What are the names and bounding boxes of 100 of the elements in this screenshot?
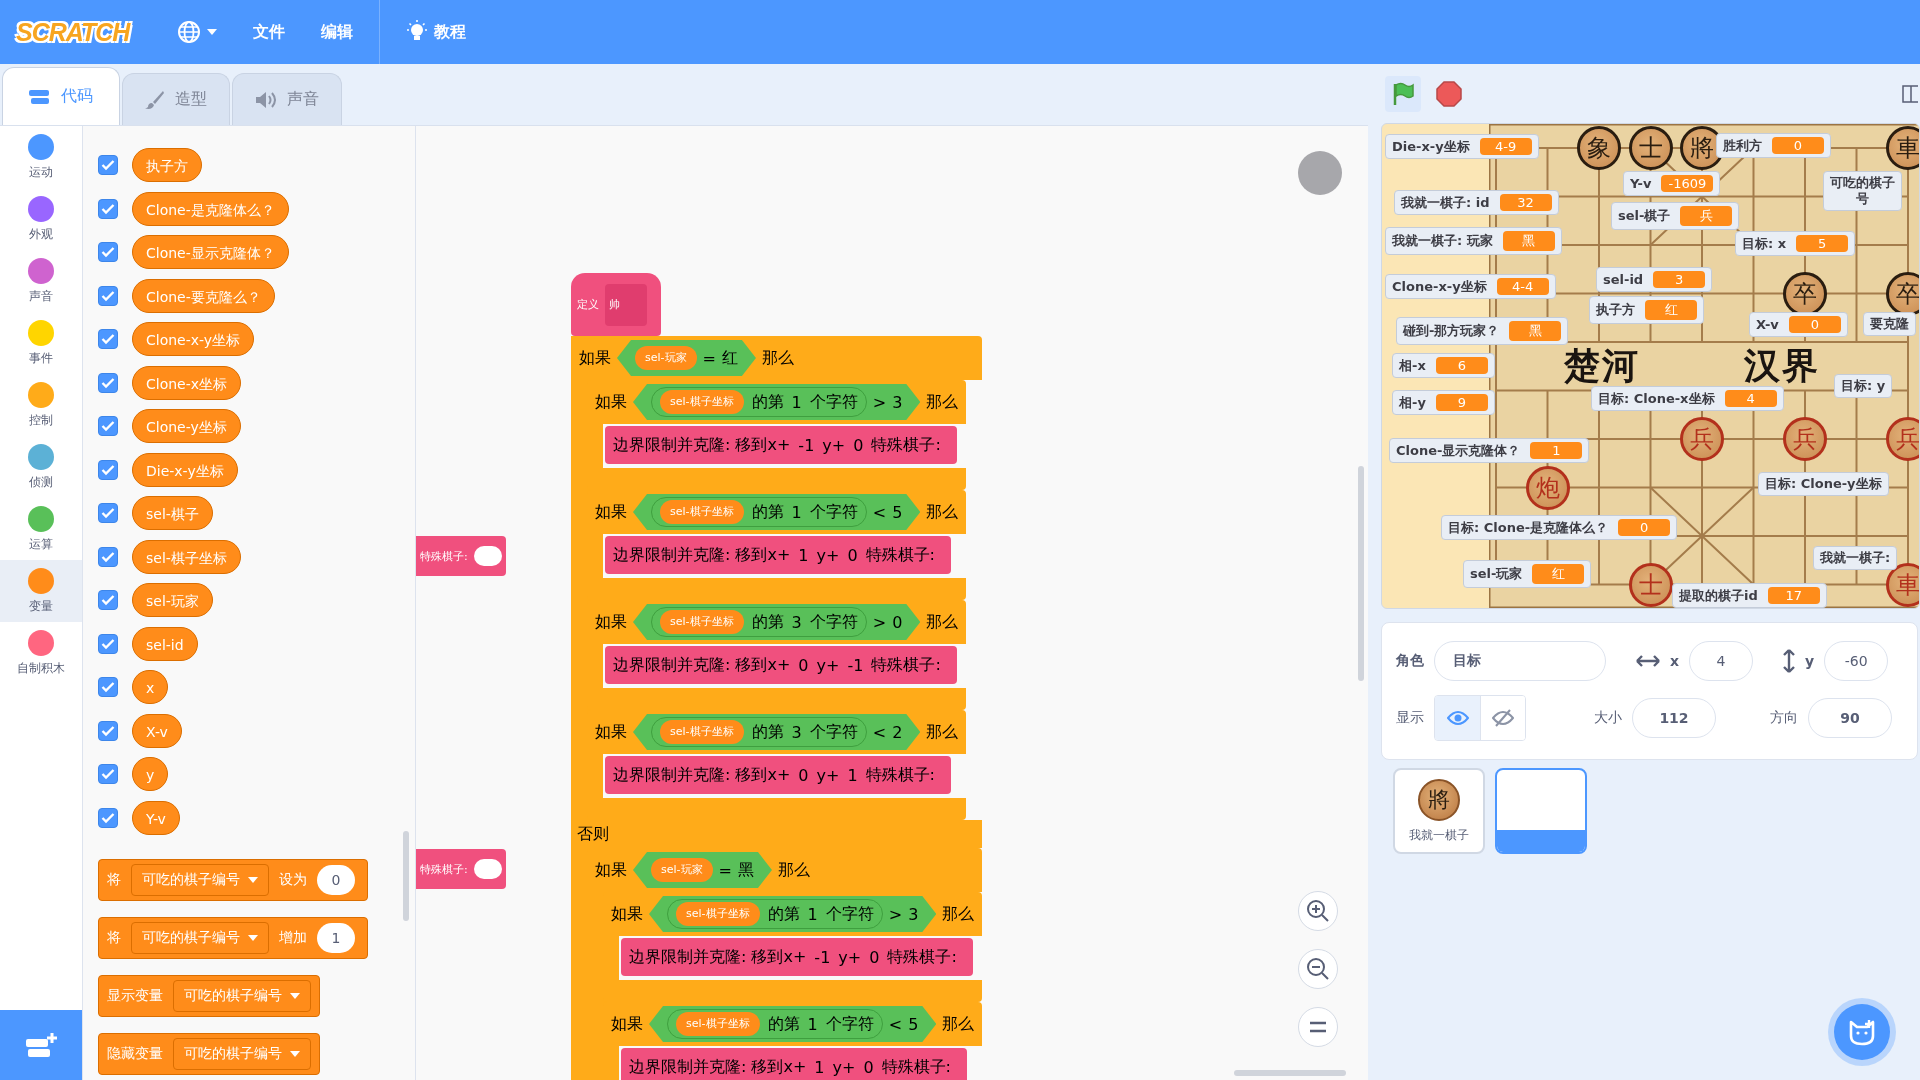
number-input[interactable]: 1 xyxy=(791,392,802,412)
number-input[interactable]: 0 xyxy=(892,612,903,632)
if-block[interactable]: 如果 sel-棋子坐标 的第 1 个字符 < 5 那么 边界限制并克隆: 移到x+ 1 y+ 0 特殊棋子: xyxy=(603,1002,983,1080)
category-button[interactable]: 外观 xyxy=(0,188,82,250)
category-button[interactable]: 事件 xyxy=(0,312,82,374)
start-flag-button[interactable] xyxy=(1385,75,1421,112)
number-input[interactable]: 0 xyxy=(853,435,864,455)
number-input[interactable]: 3 xyxy=(892,392,903,412)
dragged-block[interactable]: 特殊棋子: xyxy=(416,536,506,576)
add-sprite-button[interactable] xyxy=(1834,1004,1890,1060)
scrollbar[interactable] xyxy=(1358,466,1364,681)
compare-condition[interactable]: sel-棋子坐标 的第 1 个字符 > 3 xyxy=(649,896,937,932)
if-else-block[interactable] xyxy=(571,336,983,1080)
custom-block-prototype[interactable]: 帅 xyxy=(605,283,647,326)
variable-block[interactable]: 将 可吃的棋子编号 设为 0 xyxy=(98,858,368,901)
sprite-card[interactable]: 將 我就一棋子 xyxy=(1393,768,1485,854)
custom-block[interactable]: 边界限制并克隆: 移到x+ 0 y+ -1 特殊棋子: xyxy=(605,646,957,684)
if-block[interactable]: 如果 sel-玩家 = 黑 那么 如果 sel-棋子坐标 的第 1 个字符 > 3 那么 边界限制并克隆: 移到x+ -1 y+ 0 特殊棋子: 如果 sel-棋子坐标 的第 1 个字符 < 5 那么 边界限制并克隆: 移到x+ 1 y+ 0 特殊棋子: xyxy=(587,848,983,1080)
number-input[interactable]: 1 xyxy=(847,765,858,785)
number-input[interactable]: -1 xyxy=(814,947,831,967)
number-input[interactable]: -1 xyxy=(798,435,815,455)
number-input[interactable]: 1 xyxy=(814,1057,825,1077)
text-input[interactable]: 红 xyxy=(721,347,738,369)
hide-button[interactable] xyxy=(1480,696,1525,740)
number-input[interactable]: 1 xyxy=(791,502,802,522)
checkbox[interactable] xyxy=(98,807,118,828)
category-button[interactable]: 运算 xyxy=(0,498,82,560)
number-input[interactable]: 0 xyxy=(847,545,858,565)
number-input[interactable]: 5 xyxy=(908,1014,919,1034)
number-input[interactable]: 0 xyxy=(869,947,880,967)
number-input[interactable]: 2 xyxy=(892,722,903,742)
custom-block[interactable]: 边界限制并克隆: 移到x+ -1 y+ 0 特殊棋子: xyxy=(605,426,957,464)
custom-block[interactable]: 边界限制并克隆: 移到x+ 1 y+ 0 特殊棋子: xyxy=(621,1048,967,1080)
scrollbar[interactable] xyxy=(403,831,409,921)
checkbox[interactable] xyxy=(98,198,118,219)
checkbox[interactable] xyxy=(98,764,118,784)
compare-condition[interactable]: sel-棋子坐标 的第 3 个字符 > 0 xyxy=(633,604,921,640)
compare-condition[interactable]: sel-棋子坐标 的第 3 个字符 < 2 xyxy=(633,714,921,750)
number-input[interactable]: 0 xyxy=(317,864,355,895)
letter-of-reporter[interactable]: sel-棋子坐标 的第 3 个字符 xyxy=(651,717,867,747)
dragged-block[interactable]: 特殊棋子: xyxy=(416,849,506,889)
checkbox[interactable] xyxy=(98,329,118,349)
number-input[interactable]: 5 xyxy=(892,502,903,522)
number-input[interactable]: 3 xyxy=(908,904,919,924)
checkbox[interactable] xyxy=(98,590,118,610)
number-input[interactable]: 0 xyxy=(863,1057,874,1077)
checkbox[interactable] xyxy=(98,546,118,567)
checkbox[interactable] xyxy=(98,633,118,654)
compare-condition[interactable]: sel-棋子坐标 的第 1 个字符 < 5 xyxy=(633,494,921,530)
letter-of-reporter[interactable]: sel-棋子坐标 的第 3 个字符 xyxy=(651,607,867,637)
show-button[interactable] xyxy=(1435,696,1480,740)
scrollbar[interactable] xyxy=(1234,1070,1346,1076)
variable-block[interactable]: 将 可吃的棋子编号 增加 1 xyxy=(98,916,368,959)
text-input[interactable] xyxy=(473,859,502,879)
number-input[interactable]: 3 xyxy=(791,612,802,632)
custom-block[interactable]: 边界限制并克隆: 移到x+ 0 y+ 1 特殊棋子: xyxy=(605,756,951,794)
number-input[interactable]: -1 xyxy=(847,655,864,675)
if-block[interactable]: 如果 sel-棋子坐标 的第 1 个字符 > 3 那么 边界限制并克隆: 移到x+ -1 y+ 0 特殊棋子: xyxy=(603,892,983,1002)
sprite-card[interactable] xyxy=(1495,768,1587,854)
number-input[interactable]: 1 xyxy=(317,922,355,953)
add-extension-button[interactable] xyxy=(0,1010,82,1080)
if-block[interactable]: 如果 sel-棋子坐标 的第 1 个字符 > 3 那么 边界限制并克隆: 移到x+ -1 y+ 0 特殊棋子: xyxy=(587,380,967,490)
compare-condition[interactable]: sel-棋子坐标 的第 1 个字符 > 3 xyxy=(633,384,921,420)
zoom-out-button[interactable] xyxy=(1298,949,1338,989)
category-button[interactable]: 声音 xyxy=(0,250,82,312)
equals-condition[interactable]: sel-玩家 = 红 xyxy=(617,340,756,376)
checkbox[interactable] xyxy=(98,720,118,741)
category-button[interactable]: 自制积木 xyxy=(0,622,82,684)
checkbox[interactable] xyxy=(98,459,118,480)
number-input[interactable]: 1 xyxy=(807,904,818,924)
number-input[interactable]: 0 xyxy=(798,655,809,675)
letter-of-reporter[interactable]: sel-棋子坐标 的第 1 个字符 xyxy=(651,387,867,417)
if-block[interactable]: 如果 sel-棋子坐标 的第 3 个字符 < 2 那么 边界限制并克隆: 移到x+ 0 y+ 1 特殊棋子: xyxy=(587,710,967,820)
category-button[interactable]: 控制 xyxy=(0,374,82,436)
reset-zoom-button[interactable] xyxy=(1298,1007,1338,1047)
define-hat-block[interactable]: 定义 帅 xyxy=(571,273,661,336)
category-button[interactable]: 变量 xyxy=(0,560,82,622)
equals-condition[interactable]: sel-玩家 = 黑 xyxy=(633,852,772,888)
letter-of-reporter[interactable]: sel-棋子坐标 的第 1 个字符 xyxy=(651,497,867,527)
category-button[interactable]: 运动 xyxy=(0,126,82,188)
zoom-in-button[interactable] xyxy=(1298,891,1338,931)
checkbox[interactable] xyxy=(98,677,118,697)
compare-condition[interactable]: sel-棋子坐标 的第 1 个字符 < 5 xyxy=(649,1006,937,1042)
custom-block[interactable]: 边界限制并克隆: 移到x+ -1 y+ 0 特殊棋子: xyxy=(621,938,973,976)
category-button[interactable]: 侦测 xyxy=(0,436,82,498)
number-input[interactable]: 1 xyxy=(807,1014,818,1034)
checkbox[interactable] xyxy=(98,372,118,393)
checkbox[interactable] xyxy=(98,416,118,436)
if-block[interactable]: 如果 sel-棋子坐标 的第 3 个字符 > 0 那么 边界限制并克隆: 移到x+ 0 y+ -1 特殊棋子: xyxy=(587,600,967,710)
number-input[interactable]: 0 xyxy=(798,765,809,785)
number-input[interactable]: 3 xyxy=(791,722,802,742)
stage[interactable] xyxy=(1381,123,1920,609)
letter-of-reporter[interactable]: sel-棋子坐标 的第 1 个字符 xyxy=(667,899,883,929)
letter-of-reporter[interactable]: sel-棋子坐标 的第 1 个字符 xyxy=(667,1009,883,1039)
checkbox[interactable] xyxy=(98,285,118,306)
checkbox[interactable] xyxy=(98,155,118,175)
text-input[interactable] xyxy=(473,546,502,566)
checkbox[interactable] xyxy=(98,503,118,523)
custom-block[interactable]: 边界限制并克隆: 移到x+ 1 y+ 0 特殊棋子: xyxy=(605,536,951,574)
number-input[interactable]: 1 xyxy=(798,545,809,565)
